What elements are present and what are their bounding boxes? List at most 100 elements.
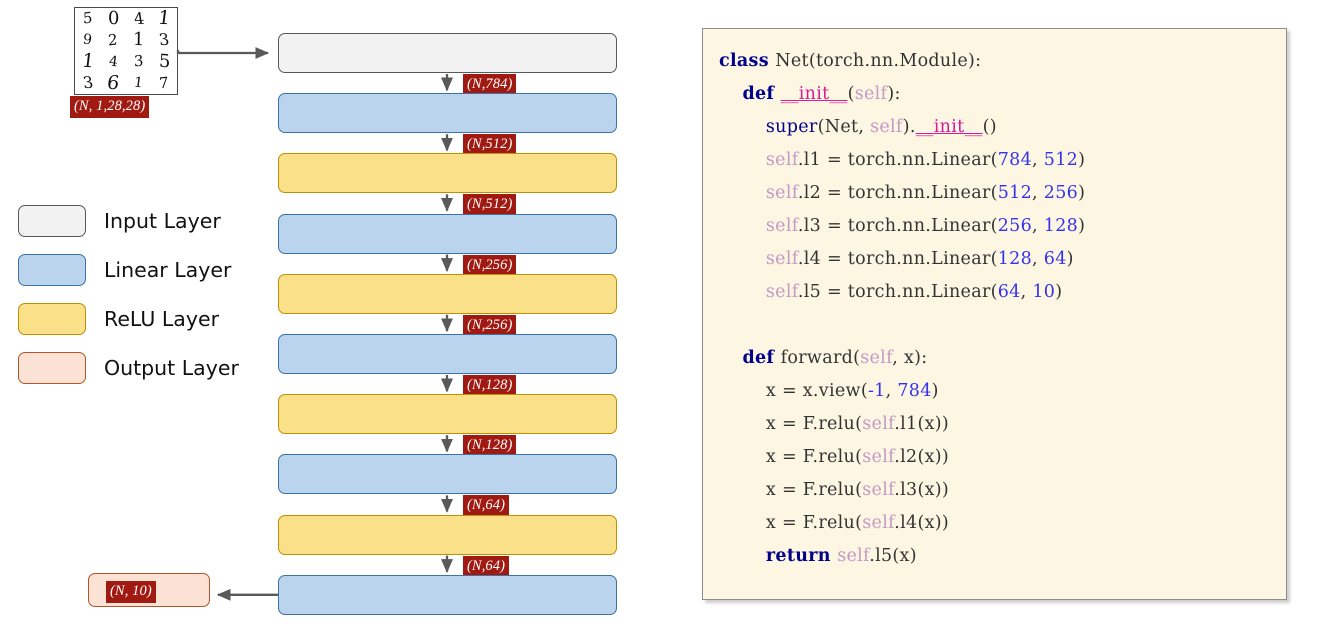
code-token: ). <box>902 117 916 137</box>
shape-chip-4: (N,256) <box>463 254 517 277</box>
code-token: -1 <box>867 381 886 401</box>
code-token: 128 <box>997 249 1033 269</box>
code-token: , x): <box>892 348 928 368</box>
legend-swatch-output <box>18 351 86 384</box>
code-token: ): <box>887 84 901 104</box>
code-token: self <box>870 117 903 137</box>
layer-box-input-1 <box>278 33 617 73</box>
mnist-digit: 9 <box>82 31 94 49</box>
code-token: self <box>765 282 798 302</box>
legend: Input Layer Linear Layer ReLU Layer Output … <box>18 196 268 392</box>
code-token: 784 <box>997 150 1033 170</box>
code-token: .l1 = torch.nn.Linear( <box>797 150 998 170</box>
code-token: __init__ <box>915 117 983 137</box>
mnist-digit: 2 <box>108 30 119 50</box>
code-token: .l4 = torch.nn.Linear( <box>797 249 998 269</box>
code-token: .l3 = torch.nn.Linear( <box>797 216 998 236</box>
code-token: 256 <box>997 216 1033 236</box>
layer-box-relu-9 <box>278 514 617 555</box>
code-token: .l5(x) <box>869 546 917 566</box>
code-token: self <box>860 348 893 368</box>
mnist-digit: 6 <box>105 71 121 94</box>
legend-swatch-relu <box>18 302 86 335</box>
code-token: .l5 = torch.nn.Linear( <box>797 282 998 302</box>
code-token: .l4(x)) <box>894 513 950 533</box>
mnist-digit: 4 <box>132 8 146 28</box>
legend-swatch-input <box>18 204 86 237</box>
code-token: ) <box>1055 282 1063 302</box>
layer-box-relu-7 <box>278 394 617 435</box>
code-token: () <box>982 117 997 137</box>
code-token: super <box>765 117 818 137</box>
code-token: ) <box>1078 216 1086 236</box>
code-token: , <box>1032 249 1044 269</box>
code-token: .l2 = torch.nn.Linear( <box>797 183 998 203</box>
mnist-digit: 7 <box>159 73 170 93</box>
code-token: ) <box>1078 183 1086 203</box>
layer-box-linear-10 <box>278 574 617 615</box>
code-token: 10 <box>1032 282 1056 302</box>
mnist-digit: 3 <box>81 73 95 93</box>
mnist-digit: 5 <box>82 8 93 28</box>
code-token: class <box>719 51 776 71</box>
legend-swatch-linear <box>18 253 86 286</box>
legend-label-relu: ReLU Layer <box>104 306 220 331</box>
code-token: ) <box>931 381 939 401</box>
layer-box-relu-3 <box>278 153 617 194</box>
code-token: ) <box>1066 249 1074 269</box>
code-token: ( <box>847 84 855 104</box>
code-token: 784 <box>897 381 932 401</box>
code-token: x = F.relu( <box>765 480 863 500</box>
mnist-digit: 1 <box>156 7 172 30</box>
network-diagram-panel: 5041921314353617 (N, 1,28,28) (N,784) (N,… <box>0 0 680 626</box>
legend-item-relu: ReLU Layer <box>18 294 268 343</box>
code-token: x = F.relu( <box>765 414 863 434</box>
code-token: , <box>885 381 898 401</box>
python-source-code: class Net(torch.nn.Module): def __init__… <box>703 29 1286 599</box>
layer-box-linear-2 <box>278 93 617 134</box>
code-token: def <box>742 348 781 368</box>
output-shape-chip: (N, 10) <box>106 581 156 603</box>
mnist-digit: 3 <box>157 30 171 50</box>
mnist-digit: 0 <box>107 7 120 30</box>
code-token: def <box>742 84 781 104</box>
code-token: self <box>862 480 895 500</box>
code-token: , <box>1032 150 1044 170</box>
code-token: .l1(x)) <box>894 414 950 434</box>
mnist-digit: 1 <box>133 74 145 92</box>
mnist-digit: 4 <box>107 53 119 71</box>
code-token: self <box>862 414 895 434</box>
code-token: self <box>837 546 870 566</box>
mnist-digit-grid: 5041921314353617 <box>74 7 178 95</box>
code-token: 512 <box>1043 150 1079 170</box>
code-token: self <box>862 513 895 533</box>
code-token: self <box>862 447 895 467</box>
legend-label-input: Input Layer <box>104 208 221 233</box>
layer-box-linear-4 <box>278 213 617 254</box>
code-token: ) <box>1078 150 1086 170</box>
code-token: , <box>1032 216 1044 236</box>
code-token: 256 <box>1043 183 1079 203</box>
code-token: x = F.relu( <box>765 513 863 533</box>
legend-label-linear: Linear Layer <box>104 257 232 282</box>
code-token: 64 <box>1043 249 1067 269</box>
shape-chip-9: (N,64) <box>463 555 510 578</box>
code-panel: class Net(torch.nn.Module): def __init__… <box>702 28 1287 600</box>
code-token: .l3(x)) <box>894 480 950 500</box>
code-token: x = F.relu( <box>765 447 863 467</box>
legend-label-output: Output Layer <box>104 355 239 380</box>
code-token: .l2(x)) <box>894 447 950 467</box>
code-token: 128 <box>1043 216 1079 236</box>
code-token: self <box>765 249 798 269</box>
code-token: 512 <box>997 183 1033 203</box>
code-token: __init__ <box>780 84 848 104</box>
shape-chip-8: (N,64) <box>463 495 510 517</box>
layer-box-linear-8 <box>278 454 617 495</box>
shape-chip-3: (N,512) <box>463 194 517 216</box>
legend-item-output: Output Layer <box>18 343 268 392</box>
code-token: self <box>765 183 798 203</box>
code-token: x = x.view( <box>765 381 868 401</box>
code-token: Net(torch.nn.Module): <box>775 51 982 71</box>
code-token: self <box>765 150 798 170</box>
code-token: return <box>765 546 838 566</box>
